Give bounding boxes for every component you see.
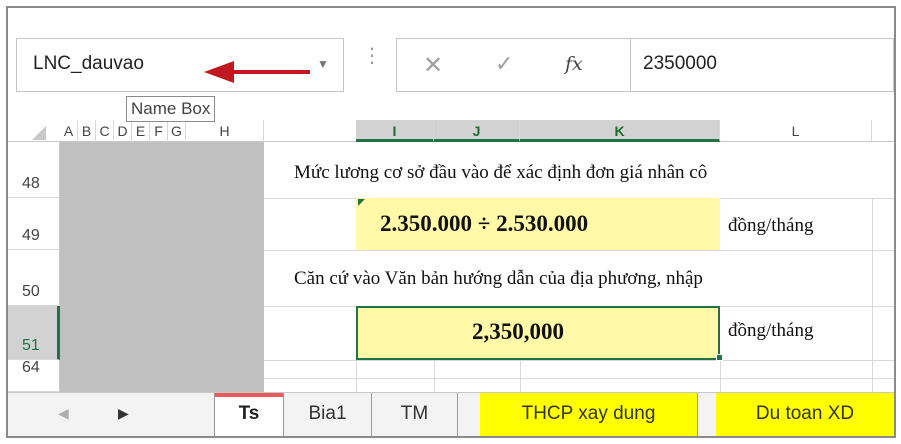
sheet-tab-du-toan-xd[interactable]: Du toan XD <box>716 393 894 436</box>
gridline <box>720 360 721 392</box>
column-header-d[interactable]: D <box>114 120 132 142</box>
column-header-h[interactable]: H <box>186 120 264 142</box>
column-header-i[interactable]: I <box>356 120 434 142</box>
row-header-48[interactable]: 48 <box>8 142 60 198</box>
gridline <box>520 360 521 392</box>
triangle-left-icon[interactable]: ◀ <box>58 405 69 422</box>
arrow-left-icon <box>204 61 310 83</box>
cell-h50[interactable]: Căn cứ vào Văn bản hướng dẫn của địa phư… <box>294 268 703 290</box>
name-box-value[interactable]: LNC_dauvao <box>33 53 144 75</box>
close-icon[interactable]: ✕ <box>423 51 443 80</box>
chevron-down-icon[interactable]: ▼ <box>317 57 329 71</box>
gridline <box>356 360 357 392</box>
gridline <box>264 378 894 379</box>
formula-buttons: ✕ ✓ fx <box>396 38 630 92</box>
sheet-tab-bar: ◀ ▶ Ts Bia1 TM THCP xay dung Du toan XD <box>8 392 894 436</box>
checkmark-icon[interactable]: ✓ <box>495 51 513 77</box>
sheet-tab-ts[interactable]: Ts <box>214 393 284 436</box>
sheet-tab-label: TM <box>400 403 429 424</box>
column-header-k[interactable]: K <box>520 120 720 142</box>
row-header-49[interactable]: 49 <box>8 198 60 250</box>
fill-handle[interactable] <box>716 354 723 361</box>
formula-bar: LNC_dauvao ▼ ⋮ ✕ ✓ fx 2350000 <box>8 8 894 96</box>
row-header-50[interactable]: 50 <box>8 250 60 306</box>
column-header-g[interactable]: G <box>168 120 186 142</box>
column-header-f[interactable]: F <box>150 120 168 142</box>
gridline <box>264 250 894 251</box>
cell-i51-value: 2,350,000 <box>472 319 564 344</box>
sheet-tab-label: Bia1 <box>308 403 347 424</box>
cell-h48[interactable]: Mức lương cơ sở đầu vào để xác định đơn … <box>294 162 707 184</box>
hidden-columns-block <box>60 142 264 392</box>
row-number: 51 <box>22 337 40 354</box>
column-header-l[interactable]: L <box>720 120 872 142</box>
column-header: A B C D E F G H I J K L <box>8 120 894 142</box>
column-header-c[interactable]: C <box>96 120 114 142</box>
select-all-button[interactable] <box>8 120 60 142</box>
sheet-tab-tm[interactable]: TM <box>372 393 458 436</box>
sheet-tab-thcp-xay-dung[interactable]: THCP xay dung <box>480 393 698 436</box>
error-indicator-icon <box>358 199 365 206</box>
sheet-tab-label: Du toan XD <box>755 403 855 424</box>
row-number: 48 <box>22 175 40 192</box>
row-header-64[interactable]: 64 <box>8 359 60 392</box>
cell-l49[interactable]: đồng/tháng <box>728 215 814 237</box>
gridline <box>872 198 873 392</box>
active-tab-indicator <box>215 393 283 397</box>
sheet-tab-label: Ts <box>238 403 260 424</box>
gridline <box>434 360 435 392</box>
formula-value[interactable]: 2350000 <box>643 53 717 75</box>
sheet-tab-label: THCP xay dung <box>521 403 656 424</box>
column-header-e[interactable]: E <box>132 120 150 142</box>
excel-window: LNC_dauvao ▼ ⋮ ✕ ✓ fx 2350000 Name Box A… <box>6 6 896 438</box>
cell-i49-value: 2.350.000 ÷ 2.530.000 <box>380 211 589 236</box>
gridline <box>264 360 894 361</box>
row-number: 50 <box>22 283 40 300</box>
row-number: 49 <box>22 227 40 244</box>
cell-l51[interactable]: đồng/tháng <box>728 320 814 342</box>
name-box-tooltip: Name Box <box>126 96 216 122</box>
column-header-a[interactable]: A <box>60 120 78 142</box>
formula-bar-splitter[interactable]: ⋮ <box>362 46 382 66</box>
sheet-tab-bia1[interactable]: Bia1 <box>284 393 372 436</box>
column-header-j[interactable]: J <box>434 120 520 142</box>
fx-icon[interactable]: fx <box>565 53 583 75</box>
triangle-right-icon[interactable]: ▶ <box>118 405 129 422</box>
column-header-b[interactable]: B <box>78 120 96 142</box>
row-number: 64 <box>22 359 40 376</box>
row-header-51[interactable]: 51 <box>8 306 60 360</box>
formula-input[interactable]: 2350000 <box>630 38 894 92</box>
